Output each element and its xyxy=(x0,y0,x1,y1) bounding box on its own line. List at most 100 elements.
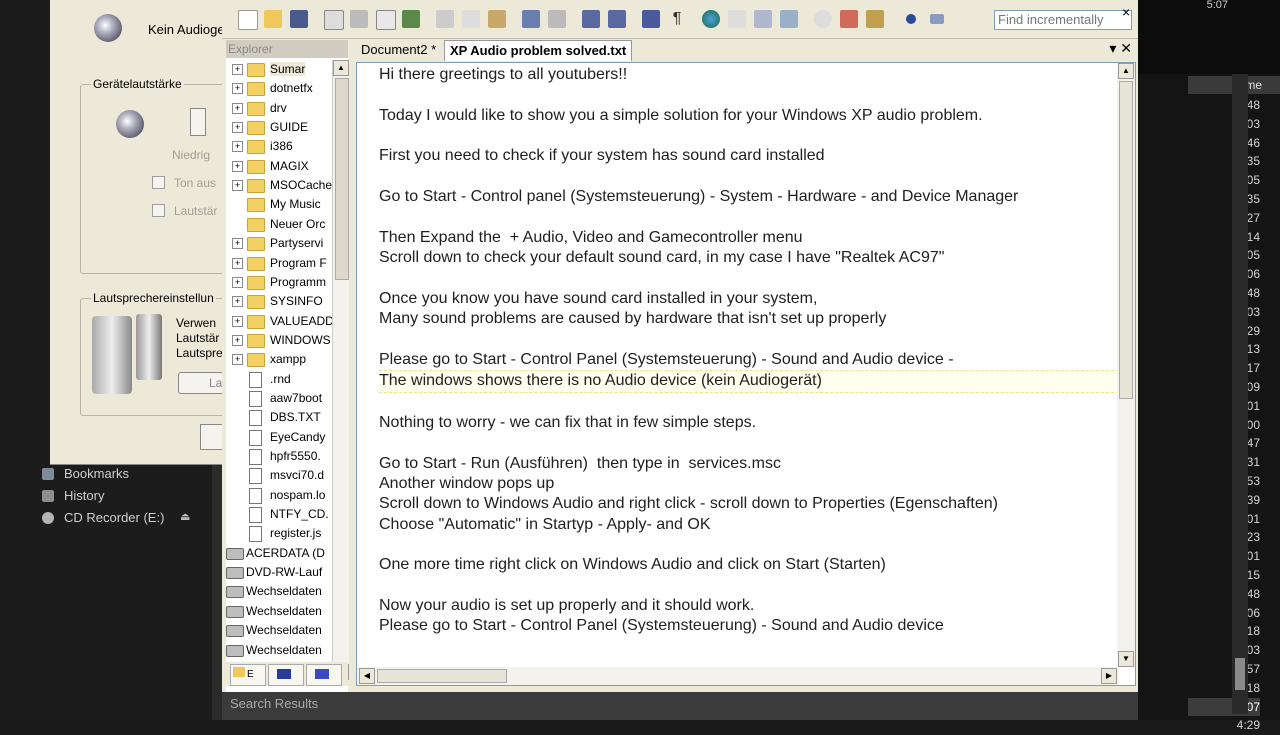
print-icon[interactable] xyxy=(350,10,368,28)
track-time[interactable]: 7:29 xyxy=(1188,322,1260,341)
tree-item[interactable]: EyeCandy xyxy=(226,428,332,447)
volume-slider-thumb[interactable] xyxy=(190,108,206,136)
playlist-scroll-thumb[interactable] xyxy=(1235,658,1245,690)
track-time[interactable]: 3:57 xyxy=(1188,660,1260,679)
copy-icon[interactable] xyxy=(462,10,480,28)
convert-icon[interactable] xyxy=(780,10,798,28)
track-time[interactable]: 3:06 xyxy=(1188,265,1260,284)
tree-item[interactable]: Wechseldaten xyxy=(226,602,332,621)
track-time[interactable]: 3:17 xyxy=(1188,359,1260,378)
playlist-scrollbar[interactable] xyxy=(1232,74,1248,714)
explorer-tab[interactable]: E xyxy=(230,664,266,686)
track-time[interactable]: 2:23 xyxy=(1188,528,1260,547)
nav-history[interactable]: History xyxy=(64,488,104,503)
expand-icon[interactable]: + xyxy=(232,257,243,269)
tree-item[interactable]: + MAGIX xyxy=(226,157,332,176)
find-files-icon[interactable] xyxy=(866,10,884,28)
track-time[interactable]: 4:05 xyxy=(1188,246,1260,265)
vscroll-down-icon[interactable]: ▼ xyxy=(1118,651,1134,667)
nav-bookmarks[interactable]: Bookmarks xyxy=(64,466,129,481)
track-time[interactable]: 4:01 xyxy=(1188,397,1260,416)
cut-icon[interactable] xyxy=(436,10,454,28)
tree-item[interactable]: hpfr5550. xyxy=(226,447,332,466)
function-list-tab[interactable] xyxy=(268,664,304,686)
tree-item[interactable]: msvci70.d xyxy=(226,466,332,485)
print-preview-icon[interactable] xyxy=(376,10,396,30)
track-time[interactable]: 2:46 xyxy=(1188,134,1260,153)
scroll-up-icon[interactable]: ▲ xyxy=(333,60,349,76)
tree-item[interactable]: register.js xyxy=(226,524,332,543)
track-time[interactable]: 2:35 xyxy=(1188,190,1260,209)
tab-list-icon[interactable]: ▾ xyxy=(1109,40,1116,56)
tree-item[interactable]: Wechseldaten xyxy=(226,582,332,601)
eject-icon[interactable]: ⏏ xyxy=(180,510,190,523)
browser-icon[interactable] xyxy=(702,10,720,28)
tree-item[interactable]: .rnd xyxy=(226,370,332,389)
speaker-advanced-button[interactable]: La xyxy=(178,372,225,394)
track-time[interactable]: 2:18 xyxy=(1188,622,1260,641)
expand-icon[interactable]: + xyxy=(232,160,243,172)
find-incrementally-input[interactable]: Find incrementally xyxy=(994,10,1132,30)
hscroll-left-icon[interactable]: ◀ xyxy=(359,668,375,684)
level-checkbox[interactable] xyxy=(152,204,165,217)
horizontal-scrollbar[interactable]: ◀ ▶ xyxy=(357,667,1119,685)
track-time[interactable]: 2:09 xyxy=(1188,378,1260,397)
clip-library-tab[interactable] xyxy=(306,664,342,686)
tree-item[interactable]: DBS.TXT xyxy=(226,408,332,427)
track-time[interactable]: 4:27 xyxy=(1188,209,1260,228)
search-results-bar[interactable]: Search Results xyxy=(222,692,1138,720)
track-time[interactable]: 3:35 xyxy=(1188,152,1260,171)
nav-cd-recorder[interactable]: CD Recorder (E:) xyxy=(64,510,164,525)
explorer-scroll-thumb[interactable] xyxy=(335,78,349,280)
tree-item[interactable]: Neuer Orc xyxy=(226,215,332,234)
find-icon[interactable] xyxy=(814,10,832,28)
tree-item[interactable]: DVD-RW-Lauf xyxy=(226,563,332,582)
track-time[interactable]: 4:14 xyxy=(1188,228,1260,247)
track-time[interactable]: 3:00 xyxy=(1188,416,1260,435)
hscroll-thumb[interactable] xyxy=(377,669,507,683)
expand-icon[interactable]: + xyxy=(232,334,243,346)
expand-icon[interactable]: + xyxy=(232,83,243,95)
explorer-scrollbar[interactable]: ▲ ▼ xyxy=(332,60,349,680)
track-time[interactable]: 4:01 xyxy=(1188,547,1260,566)
track-time[interactable]: 3:03 xyxy=(1188,641,1260,660)
vscroll-up-icon[interactable]: ▲ xyxy=(1118,63,1134,79)
open-folder-icon[interactable] xyxy=(264,10,282,28)
save-icon[interactable] xyxy=(290,10,308,28)
tree-item[interactable]: + xampp xyxy=(226,350,332,369)
expand-icon[interactable]: + xyxy=(232,102,243,114)
play-macro-icon[interactable] xyxy=(930,14,944,24)
track-time[interactable]: 4:03 xyxy=(1188,115,1260,134)
html-preview-icon[interactable] xyxy=(402,10,420,28)
paragraph-mark-icon[interactable]: ¶ xyxy=(668,10,686,28)
sort-icon[interactable] xyxy=(754,10,772,28)
track-time[interactable]: 3:39 xyxy=(1188,491,1260,510)
vscroll-thumb[interactable] xyxy=(1119,81,1133,399)
expand-icon[interactable]: + xyxy=(232,276,243,288)
tree-item[interactable]: + dotnetfx xyxy=(226,79,332,98)
tree-item[interactable]: Wechseldaten xyxy=(226,621,332,640)
tree-item[interactable]: My Music xyxy=(226,195,332,214)
tree-item[interactable]: + WINDOWS xyxy=(226,331,332,350)
track-time[interactable]: 3:48 xyxy=(1188,284,1260,303)
expand-icon[interactable]: + xyxy=(232,315,243,327)
wrap-icon[interactable] xyxy=(642,10,660,28)
tree-item[interactable]: + SYSINFO xyxy=(226,292,332,311)
text-editor-area[interactable]: Hi there greetings to all youtubers!! Tod… xyxy=(356,62,1136,686)
mute-checkbox[interactable] xyxy=(152,176,165,189)
track-time[interactable]: 2:01 xyxy=(1188,510,1260,529)
paste-icon[interactable] xyxy=(488,10,506,28)
tree-item[interactable]: + drv xyxy=(226,99,332,118)
tree-item[interactable]: + i386 xyxy=(226,137,332,156)
expand-icon[interactable]: + xyxy=(232,64,243,75)
document-icon[interactable] xyxy=(324,10,344,30)
record-macro-icon[interactable] xyxy=(906,14,916,24)
toolbar-close-icon[interactable]: × xyxy=(1122,4,1130,20)
tree-item[interactable]: aaw7boot xyxy=(226,389,332,408)
tree-item[interactable]: nospam.lo xyxy=(226,486,332,505)
tree-item[interactable]: + GUIDE xyxy=(226,118,332,137)
tree-item[interactable]: + VALUEADD xyxy=(226,312,332,331)
redo-icon[interactable] xyxy=(548,10,566,28)
tree-item[interactable]: NTFY_CD. xyxy=(226,505,332,524)
outdent-icon[interactable] xyxy=(608,10,626,28)
